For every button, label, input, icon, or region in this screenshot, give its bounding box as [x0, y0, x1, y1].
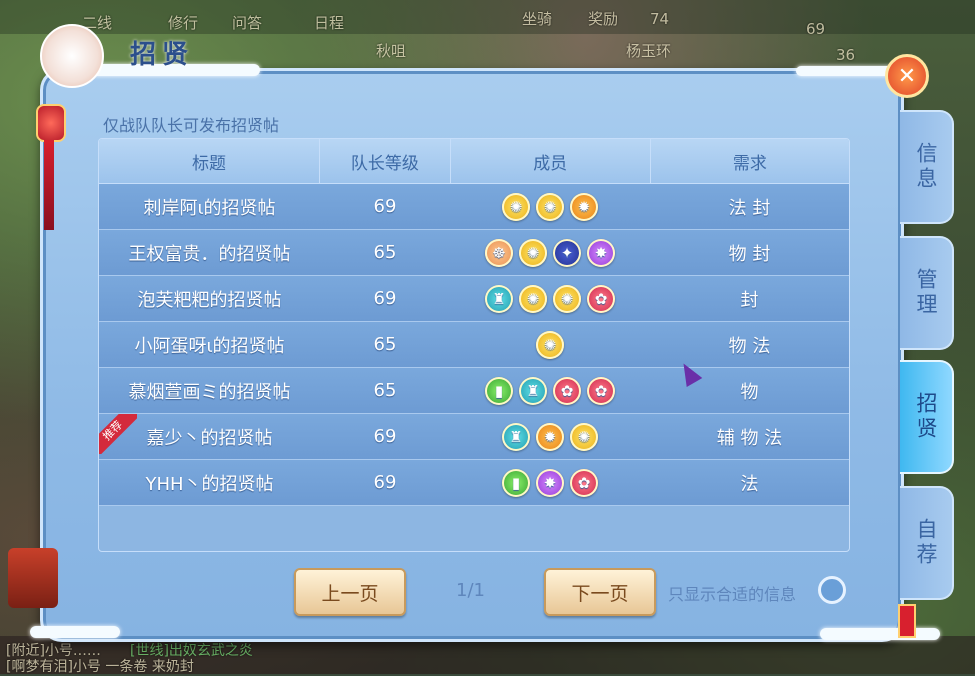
- row-level: 69: [373, 196, 397, 217]
- hud-text: 秋咀: [376, 42, 407, 60]
- class-emblem-icon: ✺: [553, 284, 581, 313]
- class-emblem-icon: ♜: [502, 422, 530, 451]
- lantern-icon: [36, 104, 66, 142]
- row-members: ♜ ✹ ✺: [450, 414, 650, 459]
- hud-text[interactable]: 奖励: [588, 8, 618, 29]
- class-emblem-icon: ✹: [570, 192, 598, 221]
- class-emblem-icon: ✹: [536, 422, 564, 451]
- row-title: YHH丶的招贤帖: [145, 473, 274, 495]
- row-need: 法: [740, 473, 759, 495]
- hud-text: 杨玉环: [626, 42, 672, 60]
- top-hud-strip: [0, 0, 975, 34]
- row-members: ✺ ✺ ✹: [450, 184, 650, 229]
- row-need: 辅 物 法: [716, 427, 783, 449]
- class-emblem-icon: ✺: [536, 192, 564, 221]
- class-emblem-icon: ✺: [570, 422, 598, 451]
- hud-text[interactable]: 修行: [168, 12, 198, 33]
- hud-text[interactable]: 问答: [232, 12, 262, 33]
- column-header-members: 成员: [451, 139, 651, 183]
- tab-info[interactable]: 信息: [900, 110, 954, 224]
- row-level: 65: [373, 334, 397, 355]
- class-emblem-icon: ▮: [502, 468, 530, 497]
- class-emblem-icon: ✺: [502, 192, 530, 221]
- class-emblem-icon: ✿: [570, 468, 598, 497]
- class-emblem-icon: ♜: [519, 376, 547, 405]
- hud-text[interactable]: 日程: [314, 12, 344, 33]
- notice-text: 仅战队队长可发布招贤帖: [103, 116, 280, 135]
- table-row[interactable]: 刺岸阿ι的招贤帖 69 ✺ ✺ ✹ 法 封: [99, 184, 849, 230]
- row-need: 物 法: [728, 335, 771, 357]
- row-level: 69: [373, 426, 397, 447]
- class-emblem-icon: ♜: [485, 284, 513, 313]
- table-row[interactable]: 慕烟萱画ミ的招贤帖 65 ▮ ♜ ✿ ✿ 物: [99, 368, 849, 414]
- row-title: 泡芙粑粑的招贤帖: [137, 289, 282, 311]
- table-row[interactable]: 推荐 嘉少丶的招贤帖 69 ♜ ✹ ✺ 辅 物 法: [99, 414, 849, 460]
- class-emblem-icon: ▮: [485, 376, 513, 405]
- lamp-decoration: [8, 548, 58, 608]
- class-emblem-icon: ✿: [587, 284, 615, 313]
- column-header-title: 标题: [99, 139, 321, 183]
- row-members: ▮ ✸ ✿: [450, 460, 650, 505]
- snow-decoration: [796, 66, 896, 76]
- class-emblem-icon: ✸: [536, 468, 564, 497]
- hud-text: 36: [836, 46, 856, 64]
- row-level: 65: [373, 242, 397, 263]
- class-emblem-icon: ✸: [587, 238, 615, 267]
- recommend-badge: 推荐: [99, 414, 137, 454]
- mascot-decoration: [40, 24, 104, 88]
- class-emblem-icon: ✺: [519, 238, 547, 267]
- snow-decoration: [820, 628, 940, 640]
- firecracker-icon: [898, 604, 916, 638]
- tab-recruit[interactable]: 招贤: [900, 360, 954, 474]
- row-need: 物 封: [728, 243, 771, 265]
- tassel-decoration: [44, 140, 54, 230]
- class-emblem-icon: ✿: [553, 376, 581, 405]
- next-page-button[interactable]: 下一页: [544, 568, 656, 616]
- recommend-badge-label: 推荐: [99, 414, 137, 454]
- filter-radio[interactable]: [818, 576, 846, 604]
- row-need: 封: [740, 289, 759, 311]
- row-need: 法 封: [728, 197, 771, 219]
- row-members: ♜ ✺ ✺ ✿: [450, 276, 650, 321]
- prev-page-button[interactable]: 上一页: [294, 568, 406, 616]
- row-level: 65: [373, 380, 397, 401]
- chat-line: [啊梦有泪]小号 一条卷 来奶封: [6, 659, 194, 675]
- window-title: 招贤: [130, 40, 195, 70]
- column-header-need: 需求: [732, 153, 767, 174]
- row-title: 小阿蛋呀ι的招贤帖: [134, 335, 285, 357]
- tab-self-recommend[interactable]: 自荐: [900, 486, 954, 600]
- row-members: ✺: [450, 322, 650, 367]
- row-members: ▮ ♜ ✿ ✿: [450, 368, 650, 413]
- row-title: 慕烟萱画ミ的招贤帖: [128, 381, 291, 403]
- row-level: 69: [373, 288, 397, 309]
- column-header-level: 队长等级: [320, 139, 451, 183]
- table-row[interactable]: 王权富贵．的招贤帖 65 ☸ ✺ ✦ ✸ 物 封: [99, 230, 849, 276]
- class-emblem-icon: ✦: [553, 238, 581, 267]
- hud-text[interactable]: 坐骑: [522, 8, 552, 29]
- tab-manage[interactable]: 管理: [900, 236, 954, 350]
- recruit-table: 标题 队长等级 成员 需求 刺岸阿ι的招贤帖 69 ✺ ✺ ✹ 法 封王权富贵．的招贤帖 6…: [98, 138, 850, 552]
- close-button[interactable]: ✕: [885, 54, 929, 98]
- table-row[interactable]: YHH丶的招贤帖 69 ▮ ✸ ✿ 法: [99, 460, 849, 506]
- row-members: ☸ ✺ ✦ ✸: [450, 230, 650, 275]
- class-emblem-icon: ✺: [536, 330, 564, 359]
- class-emblem-icon: ✺: [519, 284, 547, 313]
- hud-text: 69: [806, 20, 826, 38]
- class-emblem-icon: ☸: [485, 238, 513, 267]
- filter-label: 只显示合适的信息: [668, 585, 797, 604]
- close-icon: ✕: [897, 63, 917, 89]
- table-row[interactable]: 小阿蛋呀ι的招贤帖 65 ✺ 物 法: [99, 322, 849, 368]
- row-title: 王权富贵．的招贤帖: [128, 243, 291, 265]
- hud-text: 74: [650, 10, 670, 28]
- class-emblem-icon: ✿: [587, 376, 615, 405]
- table-header: 标题 队长等级 成员 需求: [99, 139, 849, 184]
- page-indicator: 1/1: [456, 580, 485, 601]
- table-row[interactable]: 泡芙粑粑的招贤帖 69 ♜ ✺ ✺ ✿ 封: [99, 276, 849, 322]
- row-title: 刺岸阿ι的招贤帖: [143, 197, 276, 219]
- snow-decoration: [30, 626, 120, 638]
- row-level: 69: [373, 472, 397, 493]
